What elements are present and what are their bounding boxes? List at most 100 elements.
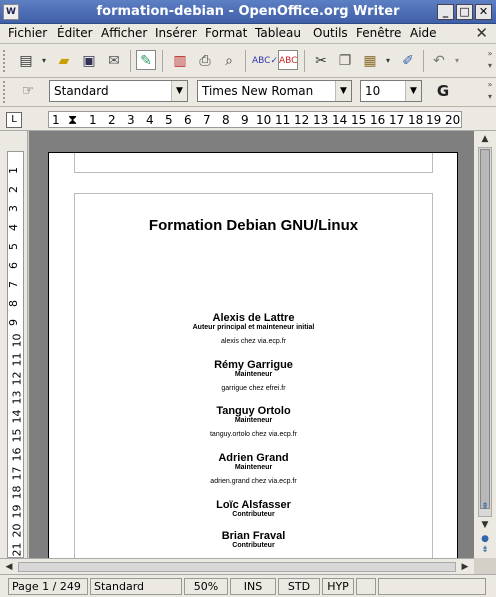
- author-name: Adrien Grand: [218, 452, 289, 464]
- author-block: Rémy Garrigue Mainteneur garrigue chez e…: [74, 359, 433, 392]
- font-size-value: 10: [365, 84, 381, 98]
- paragraph-style-select[interactable]: Standard ▼: [49, 80, 188, 102]
- horizontal-scrollbar[interactable]: ◀ ▶: [0, 558, 474, 574]
- export-pdf-icon[interactable]: ▥: [170, 51, 190, 71]
- ruler-tick: 10: [10, 333, 24, 348]
- scroll-thumb[interactable]: [480, 149, 490, 509]
- ruler-tick: 15: [351, 113, 367, 127]
- page-style-indicator[interactable]: Standard: [90, 578, 182, 595]
- ruler-tick: 19: [10, 504, 24, 519]
- minimize-button[interactable]: _: [437, 4, 454, 20]
- print-icon[interactable]: ⎙: [195, 51, 215, 71]
- chevron-down-icon[interactable]: ▼: [335, 81, 351, 101]
- author-email: garrigue chez efrei.fr: [221, 385, 286, 392]
- undo-dropdown-arrow-icon[interactable]: ▾: [447, 51, 467, 71]
- open-folder-icon[interactable]: ▰: [54, 51, 74, 71]
- menu-format[interactable]: Format: [205, 26, 247, 40]
- cut-icon[interactable]: ✂: [311, 51, 331, 71]
- copy-icon[interactable]: ❐: [335, 51, 355, 71]
- menu-afficher[interactable]: Afficher: [101, 26, 147, 40]
- ruler-tick: 16: [10, 447, 24, 462]
- ruler-tick: 4: [146, 113, 154, 127]
- menu-inserer[interactable]: Insérer: [155, 26, 197, 40]
- save-icon[interactable]: ▣: [79, 51, 99, 71]
- ruler-tick: 9: [7, 319, 20, 326]
- new-document-icon[interactable]: ▤: [16, 51, 36, 71]
- zoom-indicator[interactable]: 50%: [184, 578, 228, 595]
- close-document-icon[interactable]: ✕: [475, 24, 488, 42]
- insert-mode-indicator[interactable]: INS: [230, 578, 276, 595]
- auto-spellcheck-icon[interactable]: ABC: [278, 50, 298, 70]
- author-name: Loïc Alsfasser: [216, 499, 291, 511]
- ruler-tick: 7: [203, 113, 211, 127]
- horizontal-ruler[interactable]: L 1 ⧗ 1 2 3 4 5 6 7 8 9 10 11 12 13 14 1…: [0, 107, 496, 131]
- scroll-track[interactable]: [478, 147, 492, 517]
- ruler-tick: 5: [7, 243, 20, 250]
- ruler-tick: 12: [10, 371, 24, 386]
- author-name: Brian Fraval: [221, 530, 286, 542]
- header-area[interactable]: [74, 153, 433, 173]
- document-canvas[interactable]: Formation Debian GNU/Linux Alexis de Lat…: [29, 131, 474, 558]
- selection-mode-indicator[interactable]: STD: [278, 578, 320, 595]
- author-role: Mainteneur: [234, 371, 273, 378]
- paragraph-style-value: Standard: [54, 84, 109, 98]
- indent-marker-icon[interactable]: ⧗: [68, 113, 77, 128]
- ruler-tick: 15: [10, 428, 24, 443]
- toolbar-overflow-icon[interactable]: » ▾: [485, 79, 495, 105]
- author-email: adrien.grand chez via.ecp.fr: [210, 478, 297, 485]
- toolbar-overflow-icon[interactable]: » ▾: [485, 48, 495, 74]
- previous-page-icon[interactable]: ⇞: [476, 499, 494, 515]
- bold-button[interactable]: G: [433, 81, 453, 101]
- author-email: tanguy.ortolo chez via.ecp.fr: [209, 431, 298, 438]
- scroll-up-icon[interactable]: ▲: [476, 131, 494, 147]
- next-page-icon[interactable]: ⇟: [476, 542, 494, 558]
- ruler-tick: 7: [7, 281, 20, 288]
- new-dropdown-arrow-icon[interactable]: ▾: [34, 51, 54, 71]
- menu-tableau[interactable]: Tableau: [255, 26, 301, 40]
- maximize-button[interactable]: □: [456, 4, 473, 20]
- menu-editer[interactable]: Éditer: [57, 26, 93, 40]
- vertical-ruler[interactable]: 1 2 3 4 5 6 7 8 9 10 11 12 13 14 15 16 1…: [0, 131, 28, 558]
- edit-mode-icon[interactable]: ✎: [136, 50, 156, 70]
- ruler-tick: 1: [52, 113, 60, 127]
- toolbar-grip[interactable]: [3, 81, 7, 103]
- ruler-tick: 5: [165, 113, 173, 127]
- format-paintbrush-icon[interactable]: ✐: [398, 51, 418, 71]
- hyperlink-mode-indicator[interactable]: HYP: [322, 578, 354, 595]
- menu-outils[interactable]: Outils: [313, 26, 348, 40]
- ruler-tick: 2: [108, 113, 116, 127]
- formatting-toolbar: ☞ Standard ▼ Times New Roman ▼ 10 ▼ G » ▾: [0, 78, 496, 107]
- close-window-button[interactable]: ✕: [475, 4, 492, 20]
- page-indicator[interactable]: Page 1 / 249: [8, 578, 88, 595]
- ruler-tick: 11: [275, 113, 291, 127]
- font-name-select[interactable]: Times New Roman ▼: [197, 80, 352, 102]
- scroll-left-icon[interactable]: ◀: [2, 560, 16, 574]
- document-title: Formation Debian GNU/Linux: [148, 217, 359, 234]
- ruler-strip[interactable]: 1 ⧗ 1 2 3 4 5 6 7 8 9 10 11 12 13 14 15 …: [48, 111, 462, 128]
- toolbar-separator: [162, 50, 163, 72]
- undo-icon[interactable]: ↶: [429, 51, 449, 71]
- vertical-scrollbar[interactable]: ▲ ▼ ⇞ ● ⇟: [474, 131, 496, 558]
- tab-stop-type-selector[interactable]: L: [6, 112, 22, 128]
- scroll-right-icon[interactable]: ▶: [458, 560, 472, 574]
- menu-fenetre[interactable]: Fenêtre: [356, 26, 401, 40]
- paste-icon[interactable]: ▦: [360, 51, 380, 71]
- font-size-select[interactable]: 10 ▼: [360, 80, 422, 102]
- author-block: Brian Fraval Contributeur: [74, 530, 433, 549]
- styles-formatting-icon[interactable]: ☞: [18, 81, 38, 101]
- spellcheck-icon[interactable]: ABC✓: [252, 51, 278, 71]
- horizontal-scroll-track[interactable]: [18, 562, 456, 572]
- document-page[interactable]: Formation Debian GNU/Linux Alexis de Lat…: [48, 152, 458, 558]
- chevron-down-icon[interactable]: ▼: [405, 81, 421, 101]
- paste-dropdown-arrow-icon[interactable]: ▾: [378, 51, 398, 71]
- ruler-tick: 11: [10, 352, 24, 367]
- toolbar-separator: [245, 50, 246, 72]
- menu-fichier[interactable]: Fichier: [8, 26, 47, 40]
- toolbar-grip[interactable]: [3, 50, 7, 72]
- chevron-down-icon[interactable]: ▼: [171, 81, 187, 101]
- email-icon[interactable]: ✉: [104, 51, 124, 71]
- menu-aide[interactable]: Aide: [410, 26, 437, 40]
- ruler-tick: 10: [256, 113, 272, 127]
- print-preview-icon[interactable]: ⌕: [219, 51, 239, 71]
- ruler-tick: 14: [332, 113, 348, 127]
